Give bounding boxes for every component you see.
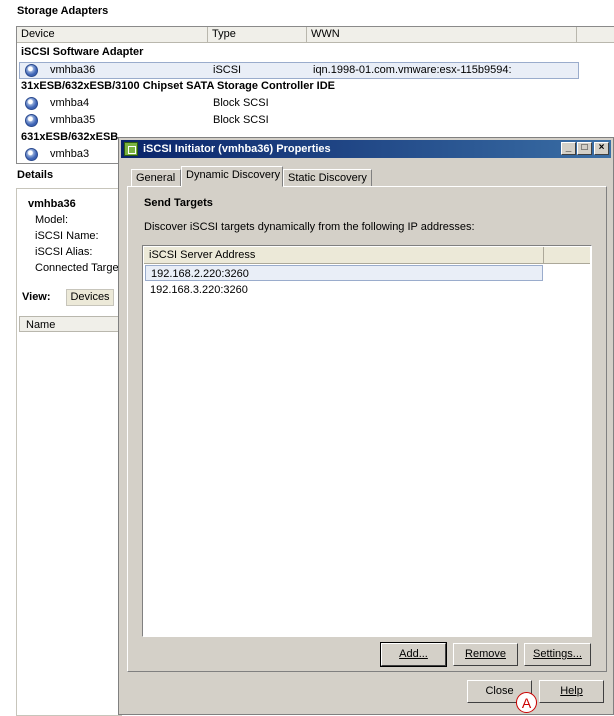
help-button[interactable]: Help (539, 680, 604, 703)
group-row[interactable]: iSCSI Software Adapter (17, 44, 614, 61)
tab-dynamic-discovery[interactable]: Dynamic Discovery (181, 166, 283, 187)
list-item[interactable]: 192.168.3.220:3260 (145, 282, 543, 298)
device-type: Block SCSI (213, 97, 269, 109)
group-label: 31xESB/632xESB/3100 Chipset SATA Storage… (21, 80, 336, 92)
column-wwn[interactable]: WWN (307, 27, 577, 42)
column-extra (577, 27, 614, 42)
column-iscsi-server-address[interactable]: iSCSI Server Address (144, 247, 544, 263)
storage-adapters-title: Storage Adapters (17, 5, 109, 17)
device-type: iSCSI (213, 64, 242, 76)
list-item[interactable]: 192.168.2.220:3260 (145, 265, 543, 281)
remove-button[interactable]: Remove (453, 643, 518, 666)
device-name: vmhba35 (50, 114, 96, 126)
device-name: vmhba36 (50, 64, 96, 76)
tab-static-discovery[interactable]: Static Discovery (283, 169, 372, 187)
help-button-label: Help (560, 685, 583, 697)
remove-button-label: Remove (465, 648, 506, 660)
storage-adapter-icon (25, 148, 38, 161)
close-button-label: Close (485, 685, 514, 697)
group-label: iSCSI Software Adapter (21, 46, 144, 58)
adapter-row-vmhba35[interactable]: vmhba35 Block SCSI (17, 112, 614, 129)
details-connected-targets-label: Connected Targe (35, 262, 119, 274)
close-window-button[interactable]: × (594, 142, 609, 155)
add-button-label: Add... (399, 648, 428, 660)
details-title: Details (17, 169, 54, 181)
grid-header: Device Type WWN (17, 27, 614, 43)
device-type: Block SCSI (213, 114, 269, 126)
adapter-row-vmhba36[interactable]: vmhba36 iSCSI iqn.1998-01.com.vmware:esx… (17, 62, 614, 79)
view-label: View: (22, 291, 51, 303)
column-type[interactable]: Type (208, 27, 307, 42)
group-row[interactable]: 31xESB/632xESB/3100 Chipset SATA Storage… (17, 78, 614, 95)
tab-general[interactable]: General (131, 169, 181, 187)
view-devices-button[interactable]: Devices (66, 289, 114, 306)
adapter-row-vmhba4[interactable]: vmhba4 Block SCSI (17, 95, 614, 112)
send-targets-title: Send Targets (144, 197, 213, 209)
storage-adapter-icon (25, 114, 38, 127)
list-header: iSCSI Server Address (144, 247, 590, 264)
details-name-column[interactable]: Name (19, 316, 119, 332)
details-iscsi-alias-label: iSCSI Alias: (35, 246, 93, 258)
group-label: 631xESB/632xESB (21, 131, 119, 143)
storage-adapter-icon (25, 64, 38, 77)
device-name: vmhba4 (50, 97, 90, 109)
vsphere-app-icon (124, 142, 138, 156)
column-device[interactable]: Device (17, 27, 208, 42)
details-adapter-name: vmhba36 (28, 198, 76, 210)
dialog-title: iSCSI Initiator (vmhba36) Properties (143, 143, 331, 155)
add-button[interactable]: Add... (380, 642, 447, 667)
settings-button[interactable]: Settings... (524, 643, 591, 666)
callout-marker: A (516, 692, 537, 713)
details-iscsi-name-label: iSCSI Name: (35, 230, 99, 242)
minimize-button[interactable]: _ (561, 142, 576, 155)
dialog-titlebar[interactable]: iSCSI Initiator (vmhba36) Properties _ □… (121, 140, 611, 158)
maximize-button[interactable]: □ (577, 142, 592, 155)
column-extra (544, 247, 590, 263)
device-wwn: iqn.1998-01.com.vmware:esx-115b9594: (313, 64, 512, 76)
settings-button-label: Settings... (533, 648, 582, 660)
device-name: vmhba3 (50, 148, 90, 160)
storage-adapter-icon (25, 97, 38, 110)
server-address-list[interactable]: iSCSI Server Address 192.168.2.220:3260 … (142, 245, 592, 637)
details-model-label: Model: (35, 214, 69, 226)
discover-description: Discover iSCSI targets dynamically from … (144, 221, 475, 233)
